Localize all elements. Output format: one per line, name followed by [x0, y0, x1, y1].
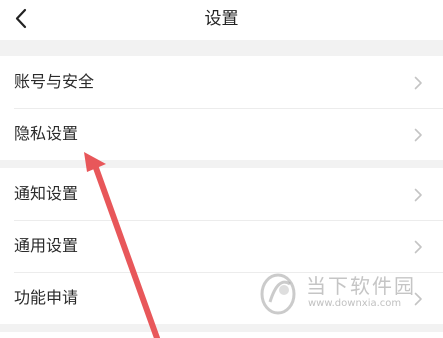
settings-item-label: 通用设置	[14, 236, 79, 255]
chevron-right-icon	[414, 292, 422, 306]
chevron-right-icon	[414, 128, 422, 142]
chevron-left-icon	[15, 8, 27, 29]
settings-item-privacy[interactable]: 隐私设置	[0, 108, 443, 160]
settings-group-general: 通知设置 通用设置 功能申请	[0, 168, 443, 324]
page-title: 设置	[204, 9, 239, 29]
settings-group-account: 账号与安全 隐私设置	[0, 56, 443, 160]
chevron-right-icon	[414, 188, 422, 202]
settings-item-label: 隐私设置	[14, 124, 79, 143]
settings-item-label: 功能申请	[14, 288, 79, 307]
settings-item-general[interactable]: 通用设置	[0, 220, 443, 272]
chevron-right-icon	[414, 76, 422, 90]
back-button[interactable]	[8, 4, 38, 34]
settings-item-feature-request[interactable]: 功能申请	[0, 272, 443, 324]
chevron-right-icon	[414, 240, 422, 254]
settings-item-label: 账号与安全	[14, 72, 95, 91]
header-bar: 设置	[0, 0, 443, 40]
settings-item-label: 通知设置	[14, 184, 79, 203]
settings-group-partial	[0, 332, 443, 338]
settings-item-notifications[interactable]: 通知设置	[0, 168, 443, 220]
settings-item-account-security[interactable]: 账号与安全	[0, 56, 443, 108]
settings-screen: 设置 账号与安全 隐私设置 通知设置 通用设置 功能申请 当下软件园 www.d…	[0, 0, 443, 338]
